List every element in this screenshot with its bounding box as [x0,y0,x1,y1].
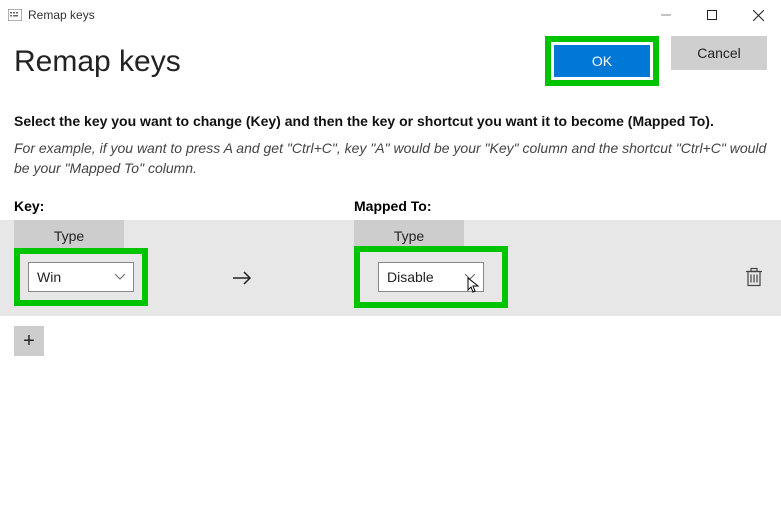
arrow-right-icon [232,271,252,290]
cursor-icon [467,277,481,298]
mapping-area: Type Type Win [0,220,781,316]
maximize-button[interactable] [689,0,735,30]
highlight-ok: OK [545,36,659,86]
cancel-button[interactable]: Cancel [671,36,767,70]
instruction-example: For example, if you want to press A and … [14,138,767,179]
app-icon [8,9,22,21]
key-dropdown-value: Win [37,269,61,285]
ok-button[interactable]: OK [554,45,650,77]
window-title: Remap keys [28,8,95,22]
add-mapping-button[interactable]: + [14,326,44,356]
delete-row-button[interactable] [745,275,763,292]
mapped-dropdown-value: Disable [387,269,434,285]
mapped-dropdown[interactable]: Disable [378,262,484,292]
highlight-mapped-dropdown: Disable [354,246,508,308]
mapped-column-label: Mapped To: [354,198,432,214]
close-button[interactable] [735,0,781,30]
instruction-text: Select the key you want to change (Key) … [14,112,767,132]
page-title: Remap keys [14,45,545,78]
highlight-key-dropdown: Win [14,248,148,306]
key-dropdown[interactable]: Win [28,262,134,292]
key-column-label: Key: [14,198,354,214]
window-controls [643,0,781,30]
minimize-button[interactable] [643,0,689,30]
titlebar: Remap keys [0,0,781,30]
chevron-down-icon [115,271,125,283]
